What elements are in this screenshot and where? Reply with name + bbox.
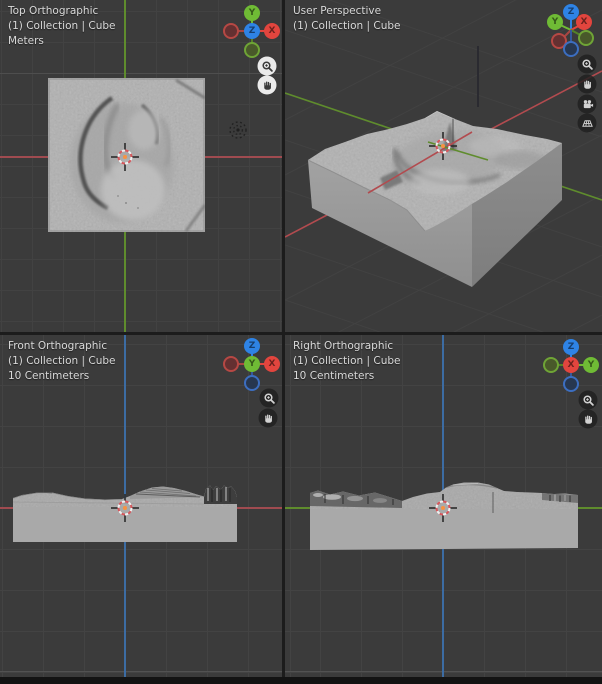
footprint-mesh-perspective[interactable] (285, 90, 602, 287)
grid-perspective-icon (581, 117, 593, 129)
view-name: Top Orthographic (8, 4, 115, 19)
viewport-user-perspective[interactable]: User Perspective (1) Collection | Cube Z… (285, 0, 602, 333)
pan-button[interactable] (259, 409, 278, 428)
gizmo-y-negative[interactable] (543, 357, 559, 373)
camera-view-button[interactable] (578, 95, 597, 114)
magnifier-plus-icon (581, 58, 593, 70)
gizmo-z-negative[interactable] (563, 376, 579, 392)
footprint-mesh-front-view[interactable] (0, 335, 283, 678)
gizmo-z-positive[interactable]: Z (563, 339, 579, 355)
grid-major-line (0, 73, 283, 74)
gizmo-z-negative[interactable] (244, 375, 260, 391)
gizmo-y-negative[interactable] (244, 42, 260, 58)
viewport-header: Top Orthographic (1) Collection | Cube M… (8, 4, 115, 49)
viewport-divider-vertical[interactable] (282, 0, 285, 678)
3d-cursor-icon (110, 493, 140, 523)
gizmo-z-center[interactable]: Z (244, 23, 260, 39)
gizmo-y-positive[interactable]: Y (244, 5, 260, 21)
zoom-button[interactable] (260, 389, 279, 408)
zoom-button[interactable] (258, 57, 277, 76)
magnifier-plus-icon (263, 392, 275, 404)
magnifier-plus-icon (582, 394, 594, 406)
3d-cursor-icon (428, 131, 458, 161)
gizmo-x-negative[interactable] (223, 23, 239, 39)
gizmo-x-negative[interactable] (223, 356, 239, 372)
gizmo-x-positive[interactable]: X (576, 14, 592, 30)
viewport-divider-horizontal[interactable] (0, 332, 602, 335)
pan-button[interactable] (579, 410, 598, 429)
camera-view-icon (581, 98, 593, 110)
gizmo-y-center[interactable]: Y (244, 356, 260, 372)
editor-bottom-edge (0, 677, 602, 684)
hand-icon (581, 78, 593, 90)
point-light-icon[interactable] (226, 118, 250, 142)
hand-icon (262, 412, 274, 424)
gizmo-x-center[interactable]: X (563, 357, 579, 373)
hand-icon (261, 79, 273, 91)
gizmo-y-positive[interactable]: Y (583, 357, 599, 373)
viewport-right-orthographic[interactable]: Right Orthographic (1) Collection | Cube… (285, 335, 602, 678)
viewport-top-orthographic[interactable]: Top Orthographic (1) Collection | Cube M… (0, 0, 283, 333)
ortho-toggle-button[interactable] (578, 114, 597, 133)
magnifier-plus-icon (261, 60, 273, 72)
zoom-button[interactable] (578, 55, 597, 74)
gizmo-x-positive[interactable]: X (264, 23, 280, 39)
pan-button[interactable] (258, 76, 277, 95)
gizmo-y-positive[interactable]: Y (547, 14, 563, 30)
gizmo-y-negative[interactable] (578, 30, 594, 46)
3d-cursor-icon (428, 493, 458, 523)
zoom-button[interactable] (579, 391, 598, 410)
collection-breadcrumb: (1) Collection | Cube (8, 19, 115, 34)
pan-button[interactable] (578, 75, 597, 94)
viewport-front-orthographic[interactable]: Front Orthographic (1) Collection | Cube… (0, 335, 283, 678)
blender-quad-view: Top Orthographic (1) Collection | Cube M… (0, 0, 602, 684)
3d-cursor-icon (110, 142, 140, 172)
hand-icon (582, 413, 594, 425)
unit-label: Meters (8, 34, 115, 49)
gizmo-z-positive[interactable]: Z (244, 338, 260, 354)
gizmo-z-negative[interactable] (563, 41, 579, 57)
gizmo-x-positive[interactable]: X (264, 356, 280, 372)
